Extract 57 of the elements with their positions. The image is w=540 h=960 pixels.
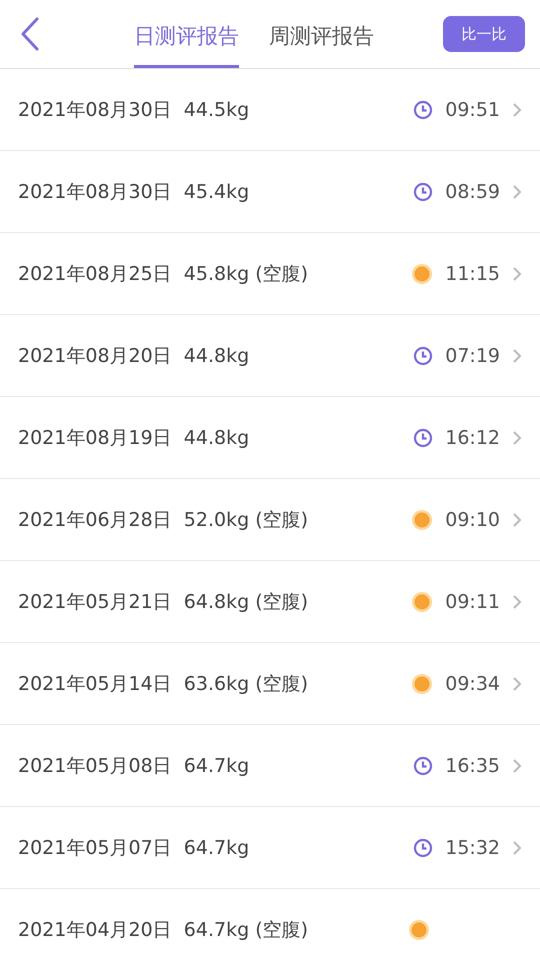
record-time: 16:12 xyxy=(445,426,500,448)
clock-icon xyxy=(413,346,434,366)
chevron-icon xyxy=(512,840,522,856)
compare-button[interactable]: 比一比 xyxy=(443,16,525,52)
record-time: 09:51 xyxy=(445,98,500,120)
record-text: 2021年08月20日 44.8kg xyxy=(18,344,250,368)
chevron-icon xyxy=(512,676,522,692)
clock-icon xyxy=(413,428,434,448)
record-time: 11:15 xyxy=(445,262,500,284)
record-row[interactable]: 2021年08月20日 44.8kg 07:19 xyxy=(0,315,540,397)
chevron-icon xyxy=(512,430,522,446)
record-row[interactable]: 2021年05月14日 63.6kg (空腹) 09:34 xyxy=(0,643,540,725)
chevron-icon xyxy=(512,512,522,528)
record-row[interactable]: 2021年05月08日 64.7kg 16:35 xyxy=(0,725,540,807)
record-time: 15:32 xyxy=(445,836,500,858)
record-time: 08:59 xyxy=(445,180,500,202)
record-text: 2021年08月30日 44.5kg xyxy=(18,98,250,122)
record-row[interactable]: 2021年08月25日 45.8kg (空腹) 11:15 xyxy=(0,233,540,315)
record-text: 2021年08月19日 44.8kg xyxy=(18,426,250,450)
record-text: 2021年04月20日 64.7kg (空腹) xyxy=(18,918,308,942)
sun-icon xyxy=(408,918,430,940)
record-time: 09:10 xyxy=(445,508,500,530)
chevron-icon xyxy=(512,758,522,774)
sun-icon xyxy=(411,590,434,612)
record-time: 07:19 xyxy=(445,344,500,366)
record-text: 2021年06月28日 52.0kg (空腹) xyxy=(18,508,308,532)
chevron-icon xyxy=(512,348,522,364)
record-row[interactable]: 2021年05月07日 64.7kg 15:32 xyxy=(0,807,540,889)
sun-icon xyxy=(411,262,434,284)
chevron-icon xyxy=(512,266,522,282)
record-row[interactable]: 2021年05月21日 64.8kg (空腹) 09:11 xyxy=(0,561,540,643)
clock-icon xyxy=(413,182,434,202)
record-text: 2021年05月14日 63.6kg (空腹) xyxy=(18,672,308,696)
record-time: 09:34 xyxy=(445,672,500,694)
clock-icon xyxy=(413,100,434,120)
record-text: 2021年08月30日 45.4kg xyxy=(18,180,250,204)
record-time: 16:35 xyxy=(445,754,500,776)
back-icon[interactable] xyxy=(20,17,40,51)
sun-icon xyxy=(411,508,434,530)
chevron-icon xyxy=(512,184,522,200)
chevron-icon xyxy=(512,594,522,610)
record-row[interactable]: 2021年06月28日 52.0kg (空腹) 09:10 xyxy=(0,479,540,561)
record-time: 09:11 xyxy=(445,590,500,612)
record-row[interactable]: 2021年08月30日 45.4kg 08:59 xyxy=(0,151,540,233)
record-text: 2021年08月25日 45.8kg (空腹) xyxy=(18,262,308,286)
record-row[interactable]: 2021年04月20日 64.7kg (空腹) xyxy=(0,889,540,960)
record-row[interactable]: 2021年08月19日 44.8kg 16:12 xyxy=(0,397,540,479)
clock-icon xyxy=(413,838,434,858)
report-tab[interactable]: 周测评报告 xyxy=(269,0,374,68)
record-text: 2021年05月21日 64.8kg (空腹) xyxy=(18,590,308,614)
record-text: 2021年05月08日 64.7kg xyxy=(18,754,250,778)
clock-icon xyxy=(413,756,434,776)
chevron-icon xyxy=(512,102,522,118)
record-text: 2021年05月07日 64.7kg xyxy=(18,836,250,860)
report-tab[interactable]: 日测评报告 xyxy=(134,0,239,68)
sun-icon xyxy=(411,672,434,694)
record-row[interactable]: 2021年08月30日 44.5kg 09:51 xyxy=(0,69,540,151)
